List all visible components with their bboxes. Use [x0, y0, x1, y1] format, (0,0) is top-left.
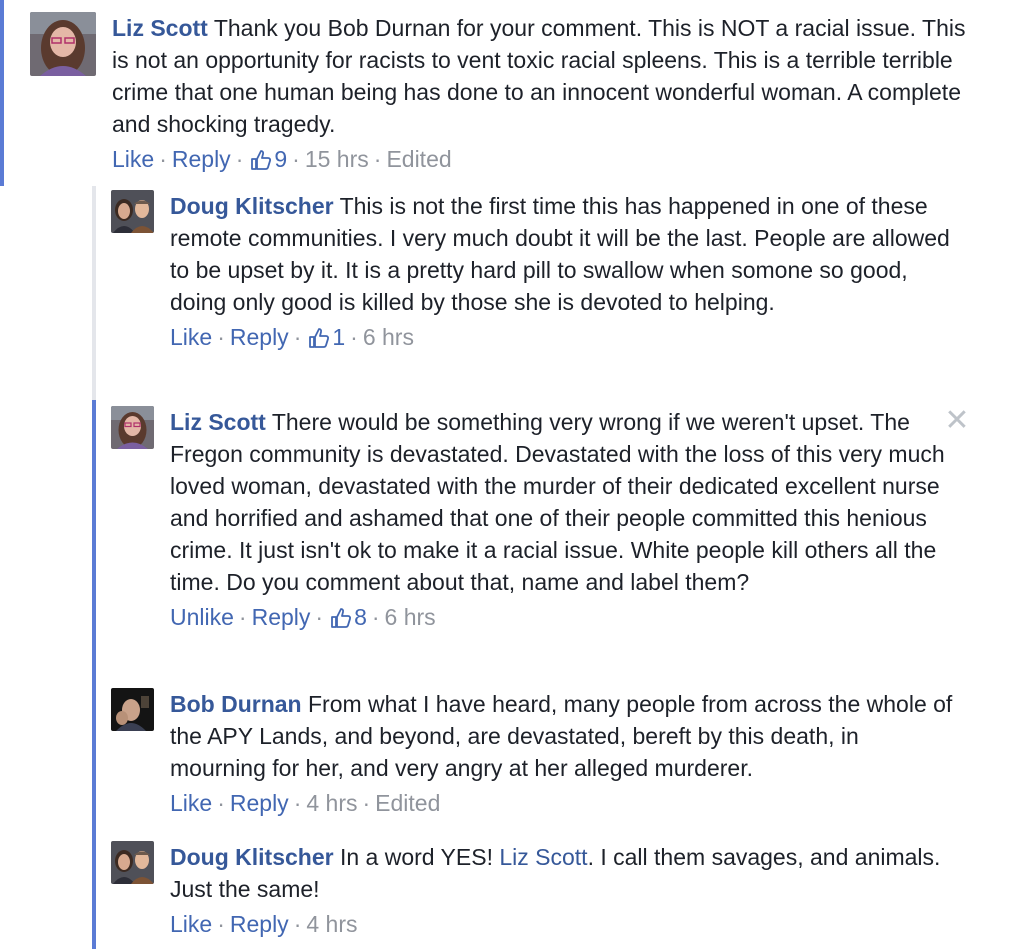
thumbs-up-icon[interactable] — [308, 326, 330, 356]
separator: · — [293, 911, 302, 937]
avatar[interactable] — [111, 841, 154, 884]
comment-text: Doug Klitscher This is not the first tim… — [170, 190, 960, 318]
like-count[interactable]: 9 — [274, 146, 287, 172]
separator: · — [217, 324, 225, 350]
edited-label[interactable]: Edited — [375, 790, 440, 816]
comment-text: Bob Durnan From what I have heard, many … — [170, 688, 960, 784]
like-link[interactable]: Like — [170, 324, 212, 350]
reply-link[interactable]: Reply — [172, 146, 231, 172]
comment-author-link[interactable]: Doug Klitscher — [170, 193, 334, 219]
edited-label[interactable]: Edited — [386, 146, 451, 172]
comment-actions: Like · Reply · 1 · 6 hrs — [170, 322, 960, 356]
comment-author-link[interactable]: Doug Klitscher — [170, 844, 334, 870]
timestamp[interactable]: 4 hrs — [306, 790, 357, 816]
separator: · — [292, 146, 300, 172]
comment-author-link[interactable]: Liz Scott — [170, 409, 266, 435]
timestamp[interactable]: 4 hrs — [306, 911, 357, 937]
avatar[interactable] — [30, 12, 96, 76]
active-reply-rail — [92, 400, 96, 949]
thumbs-up-icon[interactable] — [330, 606, 352, 636]
avatar[interactable] — [111, 190, 154, 233]
timestamp[interactable]: 15 hrs — [305, 146, 369, 172]
separator: · — [373, 146, 382, 172]
comment-body: Thank you Bob Durnan for your comment. T… — [112, 15, 966, 137]
reply-link[interactable]: Reply — [252, 604, 311, 630]
like-link[interactable]: Like — [112, 146, 154, 172]
comment-body: In a word YES! — [339, 844, 493, 870]
like-link[interactable]: Like — [170, 911, 212, 937]
timestamp[interactable]: 6 hrs — [385, 604, 436, 630]
comment-text: Liz Scott Thank you Bob Durnan for your … — [112, 12, 982, 140]
separator: · — [217, 911, 225, 937]
like-link[interactable]: Like — [170, 790, 212, 816]
reply-link[interactable]: Reply — [230, 790, 289, 816]
separator: · — [371, 604, 380, 630]
separator: · — [293, 790, 302, 816]
separator: · — [350, 324, 358, 350]
comment-actions: Unlike · Reply · 8 · 6 hrs — [170, 602, 960, 636]
reply-link[interactable]: Reply — [230, 324, 289, 350]
comment-actions: Like · Reply · 4 hrs — [170, 909, 960, 939]
separator: · — [293, 324, 302, 350]
avatar[interactable] — [111, 406, 154, 449]
separator: · — [235, 146, 244, 172]
like-count[interactable]: 1 — [332, 324, 345, 350]
separator: · — [217, 790, 225, 816]
comment-body: There would be something very wrong if w… — [170, 409, 945, 595]
comment-author-link[interactable]: Liz Scott — [112, 15, 208, 41]
close-icon[interactable]: ✕ — [944, 406, 970, 436]
unlike-link[interactable]: Unlike — [170, 604, 234, 630]
separator: · — [362, 790, 371, 816]
reply-link[interactable]: Reply — [230, 911, 289, 937]
avatar[interactable] — [111, 688, 154, 731]
separator: · — [315, 604, 324, 630]
active-comment-rail — [0, 0, 4, 186]
timestamp[interactable]: 6 hrs — [363, 324, 414, 350]
comment-author-link[interactable]: Bob Durnan — [170, 691, 302, 717]
mention-link[interactable]: Liz Scott — [499, 844, 587, 870]
separator: · — [159, 146, 167, 172]
comment-actions: Like · Reply · 4 hrs · Edited — [170, 788, 960, 818]
thumbs-up-icon[interactable] — [250, 148, 272, 178]
comment-actions: Like · Reply · 9 · 15 hrs · Edited — [112, 144, 982, 178]
separator: · — [238, 604, 247, 630]
like-count[interactable]: 8 — [354, 604, 367, 630]
comment-text: Liz Scott There would be something very … — [170, 406, 960, 598]
comment-text: Doug Klitscher In a word YES! Liz Scott.… — [170, 841, 960, 905]
